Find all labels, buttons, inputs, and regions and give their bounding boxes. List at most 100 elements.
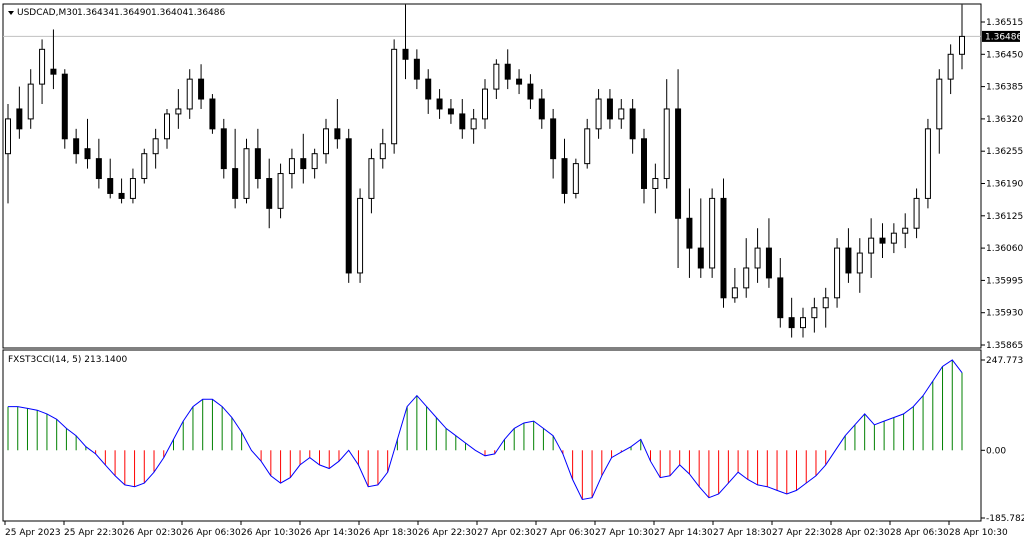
candle-body (220, 128, 227, 170)
time-tick-label: 27 Apr 10:30 (595, 528, 654, 538)
candle-body (391, 48, 398, 145)
time-tick-label: 27 Apr 22:30 (772, 528, 831, 538)
indicator-tick-label: -185.782 (986, 514, 1024, 524)
candle-body (947, 53, 954, 80)
candle-body (345, 138, 352, 274)
candle-body (379, 143, 386, 160)
candle-body (107, 178, 114, 194)
candle-body (868, 237, 875, 254)
price-tick-label: 1.35865 (986, 341, 1023, 351)
time-tick-label: 28 Apr 02:30 (831, 528, 890, 538)
candle-body (584, 128, 591, 165)
candle-body (629, 108, 636, 140)
time-tick-label: 27 Apr 18:30 (713, 528, 772, 538)
candle-body (618, 108, 625, 120)
candle (141, 148, 148, 184)
candle-body (243, 148, 250, 199)
price-tick-label: 1.35930 (986, 309, 1023, 319)
candle (924, 118, 931, 209)
candle-body (447, 108, 454, 115)
indicator-tick-label: 0.00 (986, 446, 1006, 456)
price-axis[interactable]: 1.36515 1.36450 1.36385 1.36320 1.36255 1.361… (981, 18, 1023, 351)
candle-body (697, 247, 704, 269)
time-tick-label: 26 Apr 22:30 (418, 528, 477, 538)
price-tick-label: 1.36125 (986, 212, 1023, 222)
candle-body (572, 163, 579, 194)
candle-body (561, 158, 568, 194)
candle-body (959, 35, 965, 55)
candle (357, 188, 364, 283)
candle-body (845, 247, 852, 274)
candle (391, 39, 398, 154)
chart-canvas[interactable]: USDCAD,M30 1.36434 1.36490 1.36404 1.364… (0, 0, 1024, 544)
time-tick-label: 26 Apr 06:30 (182, 528, 241, 538)
candle-body (39, 48, 46, 85)
candle-body (902, 227, 909, 234)
candle (834, 238, 841, 308)
indicator-axis[interactable]: 247.7737 0.00 -185.782 (981, 356, 1024, 524)
time-tick-label: 25 Apr 22:30 (64, 528, 123, 538)
time-tick-label: 27 Apr 06:30 (536, 528, 595, 538)
candle-body (550, 118, 557, 160)
candle-body (95, 158, 102, 180)
ohlc-low: 1.36404 (151, 8, 188, 18)
time-tick-label: 26 Apr 02:30 (123, 528, 182, 538)
time-tick-label: 25 Apr 2023 (5, 528, 61, 538)
candle-body (84, 148, 91, 160)
candle-body (709, 197, 716, 269)
candle-body (186, 78, 193, 110)
candle-body (754, 247, 761, 269)
candle-body (675, 108, 682, 219)
candle-body (482, 88, 488, 120)
candle-body (527, 83, 534, 100)
candle-body (890, 232, 897, 244)
candle-body (936, 78, 943, 130)
candle-body (300, 158, 307, 170)
price-pane-header: USDCAD,M30 1.36434 1.36490 1.36404 1.364… (8, 8, 225, 18)
price-tick-label: 1.36060 (986, 244, 1023, 254)
indicator-label: FXST3CCI(14, 5) 213.1400 (8, 355, 128, 365)
candle-body (595, 98, 602, 130)
ohlc-close: 1.36486 (188, 8, 225, 18)
candle-body (436, 98, 443, 110)
candle-body (800, 317, 806, 329)
candle (720, 178, 727, 308)
price-tick-label: 1.36190 (986, 180, 1023, 190)
candle-body (459, 113, 466, 130)
candle-body (27, 83, 34, 120)
candle-body (50, 68, 57, 75)
candle-body (334, 128, 341, 140)
price-tick-label: 1.36320 (986, 115, 1023, 125)
candle-body (232, 168, 239, 199)
ohlc-high: 1.36490 (114, 8, 151, 18)
time-tick-label: 27 Apr 14:30 (654, 528, 713, 538)
candle-body (822, 297, 829, 309)
candle-body (641, 138, 647, 189)
trading-chart-window[interactable]: USDCAD,M30 1.36434 1.36490 1.36404 1.364… (0, 0, 1024, 544)
candle-body (413, 58, 420, 80)
candle-body (538, 98, 545, 120)
candle-body (777, 277, 784, 319)
candle-body (720, 197, 727, 299)
time-tick-label: 28 Apr 10:30 (949, 528, 1008, 538)
candle-body (277, 173, 284, 209)
indicator-tick-label: 247.7737 (986, 356, 1024, 366)
candle-body (765, 247, 772, 279)
candle-body (924, 128, 931, 199)
candle-body (788, 317, 795, 329)
candle-body (175, 108, 182, 115)
candle-body (288, 158, 295, 175)
time-axis[interactable]: 25 Apr 2023 25 Apr 22:30 26 Apr 02:30 26 Ap… (4, 521, 1008, 538)
candle-body (152, 138, 159, 155)
indicator-pane[interactable] (2, 349, 982, 522)
candle-body (425, 78, 432, 100)
candle-body (834, 247, 841, 299)
candle (572, 158, 579, 199)
candle-body (164, 113, 170, 140)
candle-body (856, 252, 863, 274)
candle-body (61, 73, 68, 140)
candle-body (606, 98, 613, 120)
symbol-timeframe: USDCAD,M30 (17, 8, 78, 18)
candle-body (686, 217, 693, 249)
price-tick-label: 1.35995 (986, 276, 1023, 286)
